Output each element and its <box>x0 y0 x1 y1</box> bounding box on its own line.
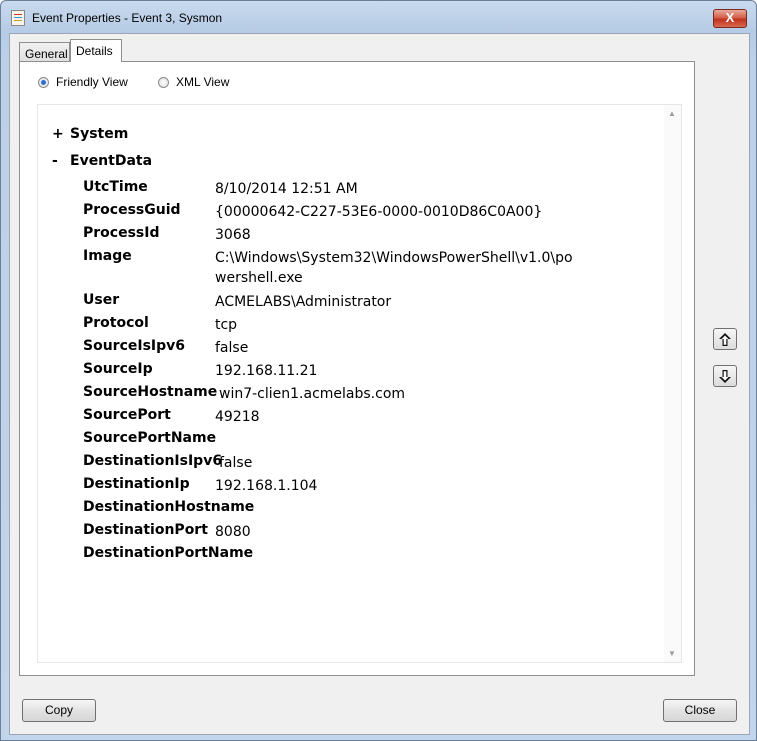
field-row: ProcessId 3068 <box>83 225 643 248</box>
field-row: Image C:\Windows\System32\WindowsPowerShe… <box>83 248 643 292</box>
field-value: ACMELABS\Administrator <box>215 294 392 310</box>
eventdata-node[interactable]: - EventData <box>52 153 152 169</box>
field-row: SourcePortName <box>83 430 643 453</box>
field-key: DestinationPortName <box>83 545 254 561</box>
close-button[interactable]: Close <box>663 699 737 722</box>
window-title: Event Properties - Event 3, Sysmon <box>32 11 223 25</box>
field-key: DestinationPort <box>83 522 208 538</box>
collapse-icon: - <box>52 153 58 169</box>
scroll-up-icon[interactable]: ▲ <box>668 109 676 118</box>
field-key: DestinationIsIpv6 <box>83 453 223 469</box>
event-properties-window: Event Properties - Event 3, Sysmon X Gen… <box>0 0 757 741</box>
scroll-down-icon[interactable]: ▼ <box>668 649 676 658</box>
field-row: User ACMELABS\Administrator <box>83 292 643 315</box>
field-value: false <box>219 455 253 471</box>
event-details-viewer[interactable]: + System - EventData UtcTime 8/10/2014 12:5… <box>37 104 682 663</box>
field-key: SourceIp <box>83 361 153 377</box>
field-row: SourceHostname win7-clien1.acmelabs.com <box>83 384 643 407</box>
field-value: tcp <box>215 317 238 333</box>
system-node[interactable]: + System <box>52 126 128 142</box>
xml-view-label: XML View <box>176 75 230 89</box>
field-key: DestinationIp <box>83 476 190 492</box>
dialog-client-area: General Details Friendly View XML View +… <box>9 33 750 735</box>
title-bar[interactable]: Event Properties - Event 3, Sysmon X <box>1 1 756 33</box>
window-close-button[interactable]: X <box>713 9 747 28</box>
field-key: UtcTime <box>83 179 148 195</box>
tab-details[interactable]: Details <box>70 39 122 62</box>
view-mode-options: Friendly View XML View <box>30 74 430 90</box>
radio-selected-icon <box>38 76 49 88</box>
field-value: 8080 <box>215 524 251 540</box>
event-viewer-icon <box>11 10 25 26</box>
details-tab-panel: Friendly View XML View + System - EventDat… <box>19 61 695 676</box>
field-row: DestinationIsIpv6 false <box>83 453 643 476</box>
system-node-label: System <box>70 126 129 142</box>
field-row: DestinationIp 192.168.1.104 <box>83 476 643 499</box>
field-row: Protocol tcp <box>83 315 643 338</box>
vertical-scrollbar[interactable]: ▲ ▼ <box>664 105 681 662</box>
field-value: C:\Windows\System32\WindowsPowerShell\v1… <box>215 250 573 286</box>
field-row: SourceIp 192.168.11.21 <box>83 361 643 384</box>
field-value: false <box>215 340 249 356</box>
field-row: ProcessGuid {00000642-C227-53E6-0000-0010… <box>83 202 643 225</box>
eventdata-fields: UtcTime 8/10/2014 12:51 AM ProcessGuid {00… <box>83 179 643 568</box>
xml-view-radio[interactable]: XML View <box>158 74 229 90</box>
field-value: 49218 <box>215 409 260 425</box>
field-row: SourcePort 49218 <box>83 407 643 430</box>
field-value: win7-clien1.acmelabs.com <box>219 386 406 402</box>
field-key: Image <box>83 248 132 264</box>
expand-icon: + <box>52 126 64 142</box>
field-key: DestinationHostname <box>83 499 255 515</box>
next-event-button[interactable] <box>713 365 737 387</box>
field-row: SourceIsIpv6 false <box>83 338 643 361</box>
field-key: SourceHostname <box>83 384 218 400</box>
radio-unselected-icon <box>158 76 169 88</box>
field-row: DestinationPortName <box>83 545 643 568</box>
friendly-view-label: Friendly View <box>56 75 128 89</box>
down-arrow-icon <box>719 370 731 383</box>
field-key: ProcessId <box>83 225 160 241</box>
field-key: ProcessGuid <box>83 202 181 218</box>
friendly-view-radio[interactable]: Friendly View <box>38 74 128 90</box>
field-value: 192.168.11.21 <box>215 363 318 379</box>
field-value: {00000642-C227-53E6-0000-0010D86C0A00} <box>215 204 543 220</box>
field-key: SourceIsIpv6 <box>83 338 186 354</box>
field-row: DestinationPort 8080 <box>83 522 643 545</box>
field-key: User <box>83 292 120 308</box>
tab-general[interactable]: General <box>19 42 70 61</box>
field-key: Protocol <box>83 315 149 331</box>
field-value: 3068 <box>215 227 251 243</box>
copy-button[interactable]: Copy <box>22 699 96 722</box>
field-row: UtcTime 8/10/2014 12:51 AM <box>83 179 643 202</box>
up-arrow-icon <box>719 333 731 346</box>
field-key: SourcePort <box>83 407 171 423</box>
previous-event-button[interactable] <box>713 328 737 350</box>
field-key: SourcePortName <box>83 430 217 446</box>
eventdata-node-label: EventData <box>70 153 153 169</box>
field-value: 8/10/2014 12:51 AM <box>215 181 358 197</box>
field-row: DestinationHostname <box>83 499 643 522</box>
field-value: 192.168.1.104 <box>215 478 318 494</box>
